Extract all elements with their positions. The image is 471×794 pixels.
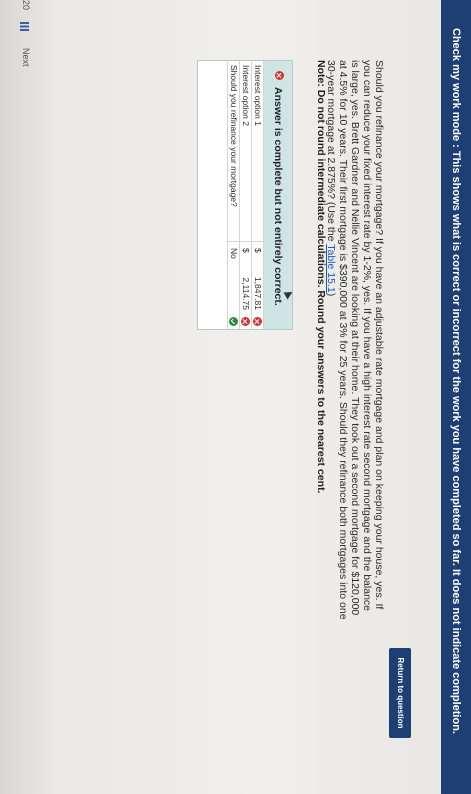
interest-option-2-input[interactable]: $ 2,114.75: [240, 241, 251, 330]
check-my-work-banner: Check my work mode : This shows what is …: [441, 0, 471, 794]
grid-icon[interactable]: [20, 22, 29, 31]
incorrect-icon: [241, 317, 250, 326]
input-value: 2,114.75: [241, 277, 251, 310]
table-row: Interest option 2 $ 2,114.75: [240, 61, 252, 330]
table-row: Should you refinance your mortgage? No: [227, 61, 240, 330]
pager: 20 Next: [15, 0, 31, 67]
answer-table: Answer is complete but not entirely corr…: [197, 60, 293, 330]
interest-option-1-input[interactable]: $ 1,847.81: [252, 241, 263, 330]
return-to-question-button[interactable]: Return to question: [389, 648, 411, 738]
input-value: 1,847.81: [253, 276, 263, 310]
banner-text: Check my work mode : This shows what is …: [450, 28, 462, 734]
question-text: Should you refinance your mortgage? If y…: [325, 60, 385, 620]
answer-status-text: Answer is complete but not entirely corr…: [272, 87, 284, 306]
table-row: Interest option 1 $ 1,847.81: [252, 61, 264, 330]
refinance-select[interactable]: No: [228, 241, 239, 330]
correct-icon: [229, 317, 238, 326]
screen: Check my work mode : This shows what is …: [0, 0, 471, 794]
return-to-question-label: Return to question: [396, 657, 405, 729]
currency-symbol: $: [241, 248, 251, 253]
incorrect-icon: [253, 317, 262, 326]
page: Check my work mode : This shows what is …: [0, 0, 471, 794]
row-label: Interest option 1: [253, 65, 263, 126]
rounding-note: Note: Do not round intermediate calculat…: [315, 60, 327, 494]
row-label: Should you refinance your mortgage?: [229, 65, 239, 207]
currency-symbol: $: [253, 248, 263, 253]
select-value: No: [229, 248, 239, 259]
page-number: 20: [21, 0, 31, 11]
row-label: Interest option 2: [241, 65, 251, 126]
incorrect-circle-icon: [275, 71, 284, 80]
question-body: Should you refinance your mortgage? If y…: [325, 60, 385, 620]
next-button[interactable]: Next: [21, 48, 31, 67]
